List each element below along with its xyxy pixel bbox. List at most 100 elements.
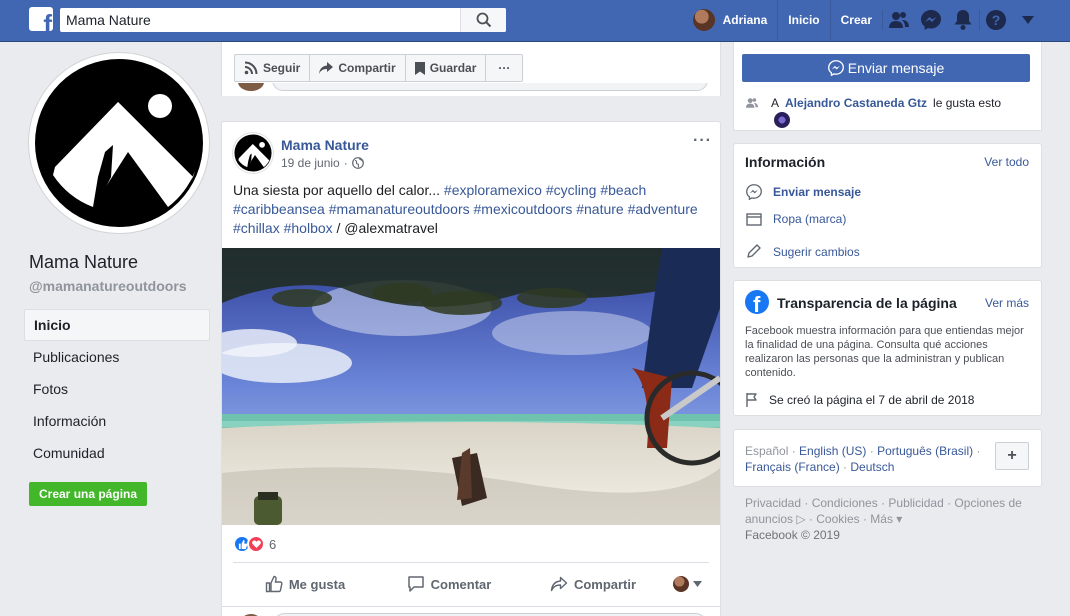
pencil-icon: [745, 244, 762, 259]
post-options-button[interactable]: ···: [693, 132, 712, 150]
footer: Privacidad · Condiciones · Publicidad · …: [745, 495, 1035, 543]
user-profile-link[interactable]: Adriana: [692, 0, 778, 40]
home-link[interactable]: Inicio: [777, 0, 829, 40]
page-name: Mama Nature: [29, 252, 139, 272]
page-profile-picture[interactable]: [29, 53, 209, 233]
beach-photo: [222, 248, 720, 525]
post-date[interactable]: 19 de junio: [281, 156, 340, 170]
save-page-button[interactable]: Guardar: [406, 55, 487, 81]
share-label: Compartir: [338, 61, 396, 75]
page-action-bar: Seguir Compartir Guardar ···: [221, 42, 721, 96]
copyright: Facebook © 2019: [745, 528, 840, 542]
reactions-summary[interactable]: 6: [233, 535, 276, 553]
send-message-button[interactable]: Enviar mensaje: [742, 54, 1030, 82]
identity-picker[interactable]: [665, 576, 709, 592]
info-suggest-label: Sugerir cambios: [773, 244, 860, 259]
share-icon: [550, 576, 568, 592]
comment-button[interactable]: Comentar: [377, 575, 521, 593]
hashtag-link[interactable]: #mamanatureoutdoors: [329, 201, 470, 217]
info-send-message-label: Enviar mensaje: [773, 185, 862, 199]
language-card: Español · English (US) · Português (Bras…: [733, 429, 1042, 487]
avatar[interactable]: [774, 112, 790, 128]
messenger-icon: [921, 10, 941, 30]
add-language-button[interactable]: +: [995, 442, 1029, 470]
about-title: Información: [745, 154, 826, 170]
comment-box[interactable]: [272, 83, 708, 91]
share-page-button[interactable]: Compartir: [310, 55, 406, 81]
facebook-icon: f: [745, 290, 769, 314]
more-options-button[interactable]: ···: [486, 55, 522, 81]
nav-item-community[interactable]: Comunidad: [24, 437, 210, 469]
language-link[interactable]: Français (France): [745, 460, 840, 474]
previous-post-comment-stub: [222, 83, 720, 97]
current-language: Español: [745, 444, 789, 458]
svg-text:?: ?: [992, 12, 1001, 28]
transparency-description: Facebook muestra información para que en…: [745, 325, 1024, 379]
hashtag-link[interactable]: #chillax: [233, 220, 280, 236]
info-category[interactable]: Ropa (marca): [745, 212, 846, 226]
post-author-avatar[interactable]: [233, 133, 273, 173]
transparency-title: Transparencia de la página: [777, 295, 957, 311]
search-input[interactable]: [60, 8, 460, 32]
like-label: Me gusta: [288, 576, 346, 592]
post-meta: 19 de junio ·: [281, 156, 364, 170]
messenger-button[interactable]: [915, 0, 947, 40]
language-link[interactable]: Português (Brasil): [877, 444, 973, 458]
footer-links[interactable]: Privacidad · Condiciones · Publicidad · …: [745, 495, 1035, 527]
avatar: [672, 576, 689, 592]
account-menu-button[interactable]: [1012, 0, 1044, 40]
liked-friend-link[interactable]: Alejandro Castaneda Gtz: [785, 96, 927, 110]
share-button[interactable]: Compartir: [521, 576, 665, 592]
page-actions-group: Seguir Compartir Guardar ···: [234, 54, 524, 82]
info-send-message[interactable]: Enviar mensaje: [745, 184, 861, 200]
nav-item-about[interactable]: Información: [24, 405, 210, 437]
search-button[interactable]: [460, 8, 506, 32]
globe-icon: [351, 157, 364, 169]
share-label: Compartir: [573, 576, 637, 592]
help-button[interactable]: ?: [980, 0, 1012, 40]
see-all-link[interactable]: Ver todo: [984, 155, 1029, 169]
hashtag-link[interactable]: #nature: [576, 201, 623, 217]
love-reaction-icon: [247, 535, 265, 553]
hashtag-link[interactable]: #holbox: [284, 220, 333, 236]
hashtag-link[interactable]: #mexicoutdoors: [474, 201, 573, 217]
create-link[interactable]: Crear: [829, 0, 882, 40]
create-page-button[interactable]: Crear una página: [29, 482, 148, 506]
notifications-button[interactable]: [947, 0, 979, 40]
divider: [233, 562, 709, 563]
facebook-logo[interactable]: f: [29, 7, 53, 31]
hashtag-link[interactable]: #caribbeansea: [233, 201, 325, 217]
post-message: Una siesta por aquello del calor... #exp…: [233, 181, 703, 238]
friend-likes-row: A Alejandro Castaneda Gtz le gusta esto: [745, 96, 1001, 110]
follow-label: Seguir: [263, 61, 301, 75]
post-photo[interactable]: [222, 248, 720, 525]
comment-composer: [222, 606, 720, 616]
search-box: [60, 8, 506, 32]
post-actions: Me gusta Comentar Compartir: [233, 566, 709, 602]
top-navigation-bar: f Adriana Inicio Crear ?: [0, 0, 1070, 42]
see-more-link[interactable]: Ver más: [985, 296, 1029, 310]
messenger-icon: [827, 60, 844, 76]
comment-icon: [407, 576, 424, 592]
language-link[interactable]: English (US): [799, 444, 866, 458]
page-created-row: Se creó la página el 7 de abril de 2018: [745, 392, 974, 408]
like-button[interactable]: Me gusta: [233, 575, 377, 593]
friend-requests-button[interactable]: [883, 0, 915, 40]
post-author-name[interactable]: Mama Nature: [281, 137, 369, 153]
messenger-icon: [745, 184, 762, 200]
page-created-text: Se creó la página el 7 de abril de 2018: [769, 393, 975, 407]
nav-item-posts[interactable]: Publicaciones: [24, 341, 210, 373]
hashtag-link[interactable]: #beach: [600, 182, 646, 198]
meta-separator: ·: [343, 156, 348, 170]
follow-button[interactable]: Seguir: [235, 55, 311, 81]
thumbs-up-icon: [265, 575, 283, 593]
top-nav-right: Adriana Inicio Crear ?: [692, 0, 1070, 40]
hashtag-link[interactable]: #adventure: [628, 201, 698, 217]
mama-nature-logo: [234, 134, 272, 172]
info-suggest-edits[interactable]: Sugerir cambios: [745, 244, 860, 259]
nav-item-photos[interactable]: Fotos: [24, 373, 210, 405]
nav-item-home[interactable]: Inicio: [24, 309, 210, 341]
hashtag-link[interactable]: #cycling: [546, 182, 597, 198]
hashtag-link[interactable]: #exploramexico: [444, 182, 542, 198]
language-link[interactable]: Deutsch: [850, 460, 894, 474]
